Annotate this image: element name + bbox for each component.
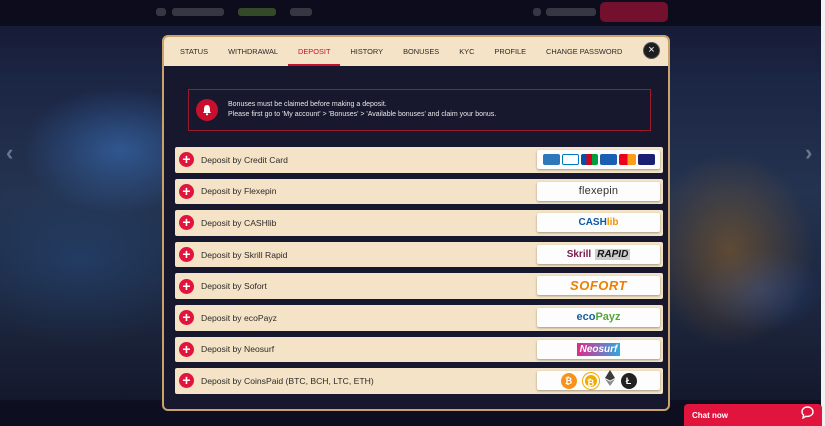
deposit-method-flexepin[interactable]: + Deposit by Flexepin flexepin (175, 178, 663, 205)
site-header-dimmed (0, 0, 825, 26)
account-tabs: STATUS WITHDRAWAL DEPOSIT HISTORY BONUSE… (164, 37, 668, 66)
tab-withdrawal[interactable]: WITHDRAWAL (218, 37, 288, 66)
scrollbar-edge (821, 0, 825, 426)
tab-status[interactable]: STATUS (170, 37, 218, 66)
method-label: Deposit by ecoPayz (201, 312, 277, 323)
deposit-method-skrill-rapid[interactable]: + Deposit by Skrill Rapid Skrill RAPID (175, 241, 663, 268)
tab-kyc[interactable]: KYC (449, 37, 484, 66)
carousel-prev-icon: ‹ (6, 140, 14, 165)
bitcoin-cash-icon: ₿ (582, 372, 599, 389)
close-icon: × (648, 44, 655, 56)
plus-icon: + (179, 373, 194, 389)
tab-history[interactable]: HISTORY (340, 37, 393, 66)
tab-bonuses[interactable]: BONUSES (393, 37, 449, 66)
plus-icon: + (179, 310, 194, 326)
deposit-method-sofort[interactable]: + Deposit by Sofort SOFORT (175, 273, 663, 299)
notice-text: Bonuses must be claimed before making a … (228, 100, 496, 120)
notice-line-2: Please first go to 'My account' > 'Bonus… (228, 111, 497, 118)
deposit-method-coinspaid[interactable]: + Deposit by CoinsPaid (BTC, BCH, LTC, E… (175, 368, 663, 394)
method-label: Deposit by Flexepin (201, 186, 277, 197)
plus-icon: + (179, 215, 194, 231)
account-modal: STATUS WITHDRAWAL DEPOSIT HISTORY BONUSE… (162, 35, 670, 411)
tab-deposit[interactable]: DEPOSIT (288, 37, 341, 66)
method-label: Deposit by Sofort (201, 281, 267, 292)
tab-change-password[interactable]: CHANGE PASSWORD (536, 37, 632, 66)
neosurf-logo: Neosurf (537, 339, 660, 359)
litecoin-icon: Ł (620, 372, 637, 389)
deposit-methods-list: + Deposit by Credit Card + Deposit by Fl… (175, 147, 663, 394)
method-label: Deposit by Skrill Rapid (201, 249, 288, 260)
plus-icon: + (179, 247, 194, 263)
close-button[interactable]: × (643, 42, 660, 59)
plus-icon: + (179, 152, 194, 168)
chat-bubble-icon (801, 406, 814, 424)
deposit-method-neosurf[interactable]: + Deposit by Neosurf Neosurf (175, 336, 663, 363)
deposit-method-ecopayz[interactable]: + Deposit by ecoPayz eco Payz (175, 304, 663, 331)
chat-label: Chat now (692, 410, 728, 420)
sofort-logo: SOFORT (537, 276, 660, 296)
notice-line-1: Bonuses must be claimed before making a … (228, 101, 387, 108)
plus-icon: + (179, 183, 194, 199)
skrill-rapid-logo: Skrill RAPID (537, 244, 660, 264)
method-label: Deposit by Credit Card (201, 154, 288, 165)
carousel-next-icon: › (805, 140, 813, 165)
deposit-method-credit-card[interactable]: + Deposit by Credit Card (175, 147, 663, 173)
bitcoin-icon: ₿ (560, 372, 577, 389)
tab-profile[interactable]: PROFILE (484, 37, 536, 66)
chat-now-button[interactable]: Chat now (684, 404, 822, 426)
ecopayz-logo: eco Payz (537, 307, 660, 327)
bonus-notice: Bonuses must be claimed before making a … (188, 89, 651, 131)
crypto-logos: ₿ ₿ Ł (537, 370, 660, 391)
ethereum-icon (604, 370, 615, 391)
bell-icon (196, 99, 218, 121)
card-logos-icon (537, 150, 660, 169)
plus-icon: + (179, 278, 194, 294)
method-label: Deposit by Neosurf (201, 344, 275, 355)
cashlib-logo: CASH lib (537, 213, 660, 233)
plus-icon: + (179, 341, 194, 357)
deposit-method-cashlib[interactable]: + Deposit by CASHlib CASH lib (175, 210, 663, 236)
method-label: Deposit by CoinsPaid (BTC, BCH, LTC, ETH… (201, 375, 374, 386)
method-label: Deposit by CASHlib (201, 217, 277, 228)
flexepin-logo: flexepin (537, 181, 660, 201)
